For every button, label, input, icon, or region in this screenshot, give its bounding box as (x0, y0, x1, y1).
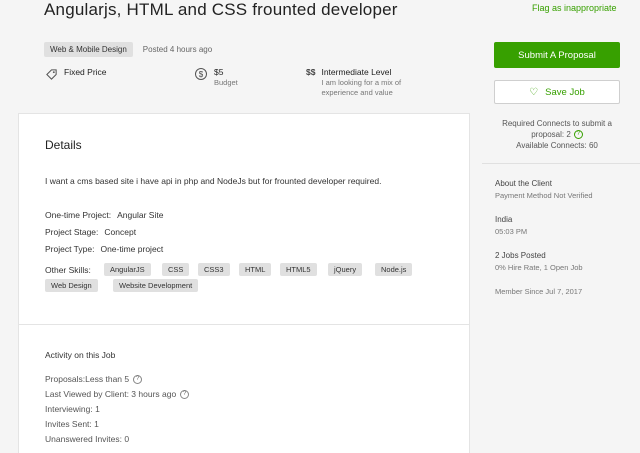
hire-rate: 0% Hire Rate, 1 Open Job (495, 263, 583, 272)
proposals-count: Proposals:Less than 5 ? (45, 374, 143, 384)
experience-level: $$ Intermediate Level I am looking for a… (306, 67, 401, 98)
details-heading: Details (45, 138, 82, 152)
stage-value: Concept (104, 227, 137, 237)
member-since: Member Since Jul 7, 2017 (495, 287, 583, 296)
connects-required-line1: Required Connects to submit a (502, 119, 612, 128)
skill-chip[interactable]: HTML (239, 263, 272, 276)
sidebar-divider (482, 163, 640, 164)
jobs-posted: 2 Jobs Posted (495, 251, 546, 260)
last-viewed: Last Viewed by Client: 3 hours ago ? (45, 389, 190, 399)
price-type-label: Fixed Price (64, 67, 107, 77)
budget-label: Budget (214, 78, 238, 87)
skills-label: Other Skills: (45, 265, 91, 275)
connects-required-text: proposal: 2 (531, 130, 571, 139)
activity-heading: Activity on this Job (45, 350, 116, 360)
skill-chip[interactable]: CSS3 (198, 263, 230, 276)
type-value: One-time project (100, 244, 164, 254)
question-circle-icon[interactable]: ? (133, 374, 143, 384)
unanswered-invites: Unanswered Invites: 0 (45, 434, 130, 444)
price-tag-icon (44, 67, 58, 81)
payment-status: Payment Method Not Verified (495, 191, 593, 200)
connects-required-line2: proposal: 2? (494, 129, 620, 140)
skill-chip[interactable]: Node.js (375, 263, 413, 276)
invites-sent: Invites Sent: 1 (45, 419, 99, 429)
type-label: Project Type: (45, 244, 95, 254)
skill-chip[interactable]: HTML5 (280, 263, 317, 276)
skill-chip[interactable]: Website Development (113, 279, 199, 292)
job-description: I want a cms based site i have api in ph… (45, 176, 382, 186)
connects-available: Available Connects: 60 (516, 141, 598, 150)
client-time: 05:03 PM (495, 227, 528, 236)
panel-divider (19, 324, 469, 325)
level-symbol: $$ (306, 67, 316, 77)
skill-chip[interactable]: Web Design (45, 279, 98, 292)
budget-value: $5 (214, 67, 224, 77)
category-badge[interactable]: Web & Mobile Design (44, 42, 133, 57)
job-title: Angularjs, HTML and CSS frounted develop… (44, 0, 398, 19)
proposals-text: Proposals:Less than 5 (45, 374, 130, 384)
question-circle-icon[interactable]: ? (573, 130, 583, 140)
about-client-heading: About the Client (495, 179, 552, 188)
connects-info: Required Connects to submit a proposal: … (494, 118, 620, 151)
job-details-panel: Details I want a cms based site i have a… (18, 113, 470, 453)
level-desc-2: experience and value (321, 88, 393, 97)
flag-link[interactable]: Flag as inappropriate (532, 3, 617, 13)
one-time-project-row: One-time Project: Angular Site (45, 210, 163, 220)
one-time-label: One-time Project: (45, 210, 112, 220)
posted-time: Posted 4 hours ago (142, 45, 213, 54)
heart-icon: ♡ (529, 86, 539, 98)
price-type: Fixed Price (44, 67, 107, 81)
dollar-circle-icon: $ (194, 67, 208, 81)
submit-proposal-button[interactable]: Submit A Proposal (494, 42, 620, 68)
question-circle-icon[interactable]: ? (180, 389, 190, 399)
level-desc-1: I am looking for a mix of (321, 78, 402, 87)
job-meta: Web & Mobile Design Posted 4 hours ago (44, 42, 212, 57)
skill-chip[interactable]: AngularJS (104, 263, 151, 276)
project-type-row: Project Type: One-time project (45, 244, 163, 254)
save-job-label: Save Job (545, 86, 585, 98)
project-stage-row: Project Stage: Concept (45, 227, 136, 237)
stage-label: Project Stage: (45, 227, 99, 237)
interviewing: Interviewing: 1 (45, 404, 100, 414)
last-viewed-text: Last Viewed by Client: 3 hours ago (45, 389, 177, 399)
save-job-button[interactable]: ♡ Save Job (494, 80, 620, 104)
budget: $ $5 Budget (194, 67, 238, 88)
one-time-value: Angular Site (117, 210, 164, 220)
client-country: India (495, 215, 513, 224)
skill-chip[interactable]: CSS (162, 263, 190, 276)
skill-chip[interactable]: jQuery (328, 263, 363, 276)
level-title: Intermediate Level (321, 67, 392, 77)
